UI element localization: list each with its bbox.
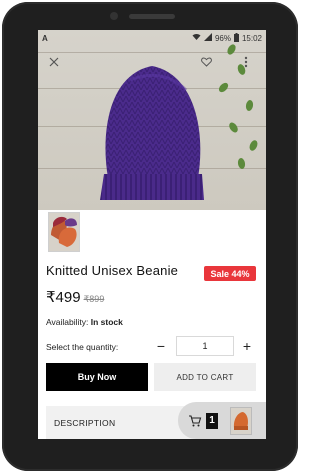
- phone-frame: A 96% 15:02 Knitted Unisex Beanie Sale 4…: [2, 2, 298, 471]
- leaf-decoration: [248, 139, 259, 152]
- quantity-increase-button[interactable]: +: [236, 336, 258, 356]
- product-title: Knitted Unisex Beanie: [46, 263, 179, 278]
- battery-icon: [233, 32, 239, 44]
- close-icon[interactable]: [46, 54, 62, 70]
- cart-thumbnail-beanie: [231, 407, 251, 434]
- cart-icon: [189, 414, 202, 426]
- leaf-decoration: [227, 120, 240, 135]
- app-screen: A 96% 15:02 Knitted Unisex Beanie Sale 4…: [38, 30, 266, 439]
- quantity-input[interactable]: 1: [176, 336, 234, 356]
- price-block: ₹499 ₹899: [46, 288, 104, 306]
- quantity-label: Select the quantity:: [46, 342, 119, 352]
- cart-count-badge: 1: [206, 412, 218, 429]
- price-original: ₹899: [83, 294, 105, 304]
- buy-now-button[interactable]: Buy Now: [46, 363, 148, 391]
- heart-icon[interactable]: [198, 54, 214, 70]
- leaf-decoration: [245, 99, 254, 112]
- availability: Availability: In stock: [46, 317, 123, 327]
- cart-item-thumbnail: [230, 406, 252, 435]
- more-vertical-icon[interactable]: [238, 54, 254, 70]
- status-bar: A 96% 15:02: [38, 30, 266, 46]
- clock: 15:02: [241, 33, 262, 43]
- sale-badge: Sale 44%: [204, 266, 256, 281]
- availability-label: Availability:: [46, 317, 89, 327]
- quantity-decrease-button[interactable]: −: [150, 336, 172, 356]
- beanie-illustration: [100, 66, 204, 200]
- add-to-cart-button[interactable]: ADD TO CART: [154, 363, 256, 391]
- product-image[interactable]: [38, 30, 266, 210]
- battery-level: 96%: [214, 33, 231, 43]
- carrier-icon: A: [42, 33, 48, 43]
- thumbnail-beanies: [49, 213, 79, 251]
- wifi-icon: [192, 33, 201, 43]
- earpiece-speaker: [129, 14, 175, 19]
- availability-value: In stock: [90, 317, 123, 327]
- signal-icon: [203, 33, 212, 43]
- image-thumbnail[interactable]: [48, 212, 80, 252]
- front-camera: [110, 12, 118, 20]
- price-current: ₹499: [46, 289, 81, 306]
- floating-cart[interactable]: 1: [178, 402, 266, 439]
- description-label: DESCRIPTION: [54, 417, 116, 428]
